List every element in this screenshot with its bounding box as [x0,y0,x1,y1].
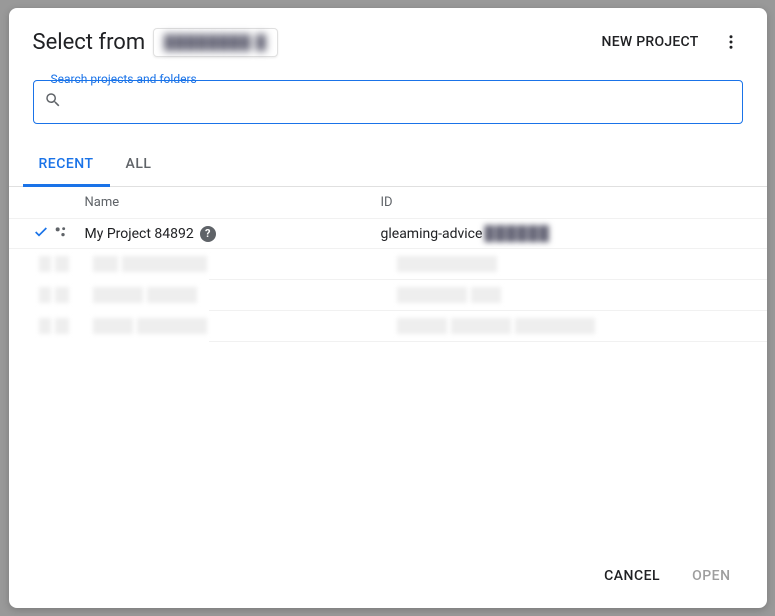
more-options-icon[interactable] [719,30,743,54]
tabs: RECENT ALL [9,144,767,187]
open-button[interactable]: OPEN [680,560,742,592]
column-header-id: ID [381,195,743,210]
project-picker-dialog: Select from ████████ █ NEW PROJECT Searc… [9,8,767,608]
table-row-redacted [9,249,767,279]
search-icon [44,91,62,113]
search-input[interactable] [62,81,732,123]
row-icons [33,224,85,244]
row-id: gleaming-advice ██████ [381,225,743,242]
row-name: My Project 84892 ? [85,226,381,242]
dialog-footer: CANCEL OPEN [9,544,767,608]
tab-recent[interactable]: RECENT [23,144,110,187]
dialog-header: Select from ████████ █ NEW PROJECT [9,8,767,70]
table-row[interactable]: My Project 84892 ? gleaming-advice █████… [9,219,767,249]
help-icon[interactable]: ? [200,226,216,242]
table-row-redacted [9,311,767,341]
tab-all[interactable]: ALL [110,144,168,187]
column-header-name: Name [85,195,381,210]
search-box[interactable] [33,80,743,124]
project-id-redacted: ██████ [484,225,550,242]
project-icon [53,224,69,244]
organization-chip[interactable]: ████████ █ [153,28,278,57]
check-icon [33,224,49,244]
organization-name-redacted: ████████ █ [164,34,267,51]
project-name: My Project 84892 [85,226,194,242]
cancel-button[interactable]: CANCEL [592,560,672,592]
project-id-visible: gleaming-advice [381,226,483,242]
new-project-button[interactable]: NEW PROJECT [590,26,711,58]
table-header: Name ID [9,187,767,219]
search-wrapper: Search projects and folders [9,80,767,124]
dialog-title: Select from [33,30,146,55]
table-row-redacted [9,280,767,310]
